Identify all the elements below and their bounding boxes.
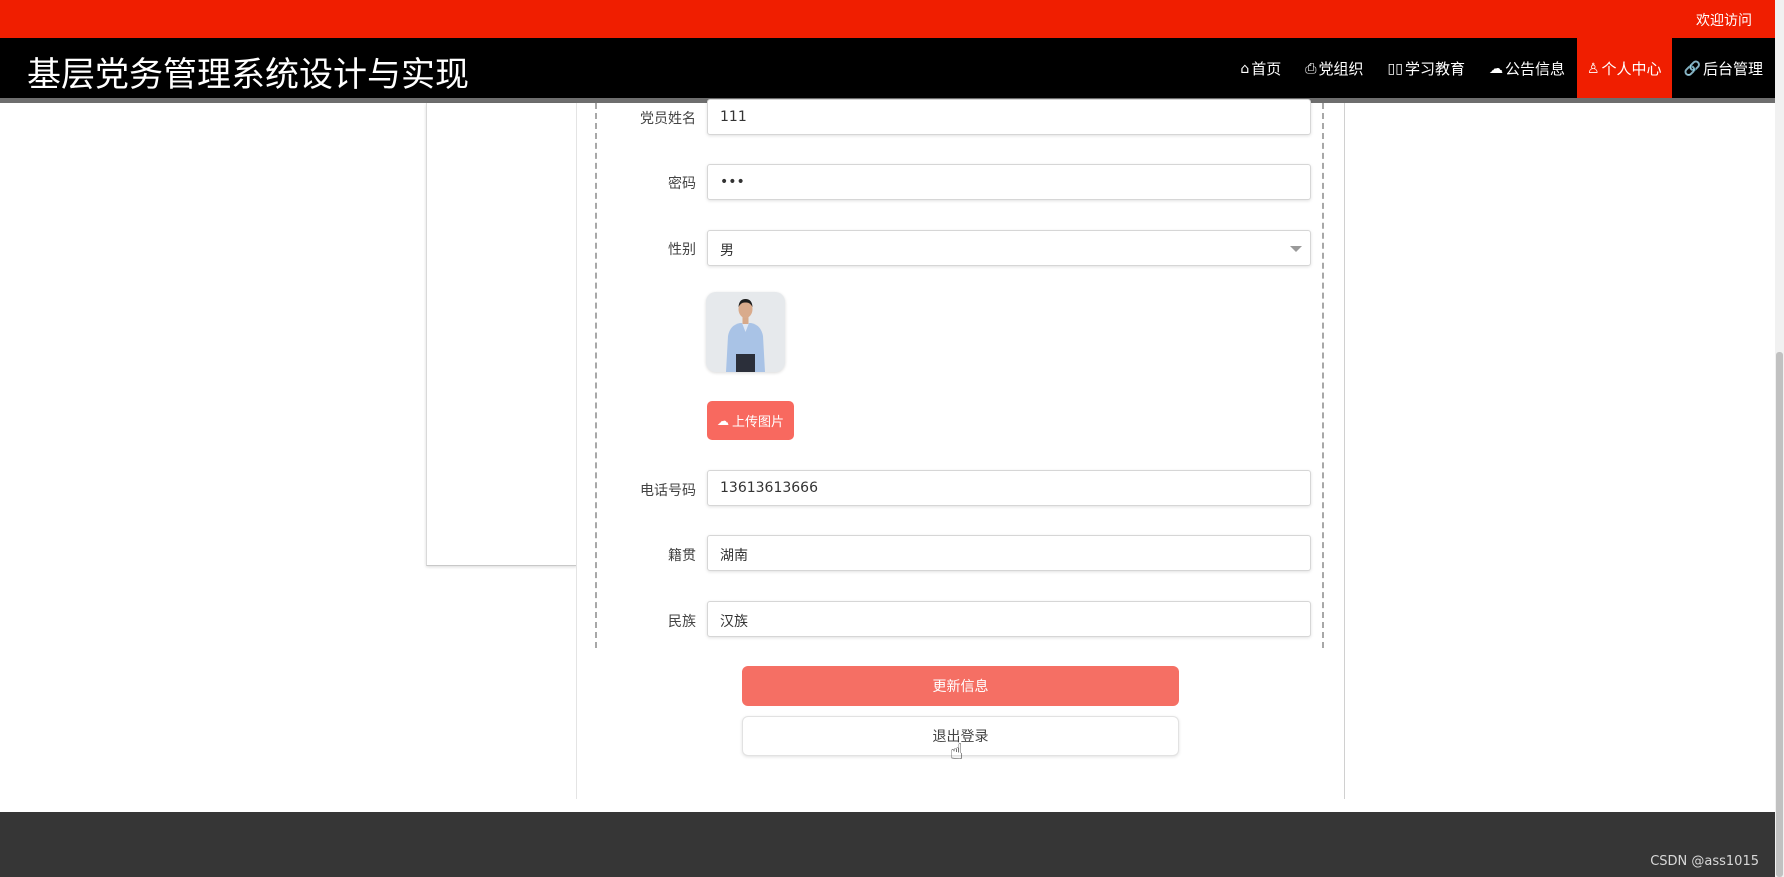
- phone-field[interactable]: 13613613666: [707, 470, 1311, 506]
- welcome-text: 欢迎访问: [1696, 13, 1752, 29]
- gender-select[interactable]: 男: [707, 230, 1311, 266]
- origin-label: 籍贯: [668, 548, 696, 564]
- scrollbar-thumb[interactable]: [1776, 352, 1783, 877]
- nav-item-study[interactable]: ▯▯ 学习教育: [1376, 38, 1477, 99]
- avatar-image: [706, 292, 785, 372]
- footer: CSDN @ass1015: [0, 812, 1775, 877]
- site-title: 基层党务管理系统设计与实现: [27, 55, 469, 95]
- phone-value: 13613613666: [720, 480, 818, 496]
- nav-menu: ⌂ 首页 ⎙ 党组织 ▯▯ 学习教育 ☁ 公告信息 ♙ 个人中心 🔗 后台管理: [1228, 38, 1775, 99]
- password-field[interactable]: •••: [707, 164, 1311, 200]
- upload-image-button[interactable]: ☁ 上传图片: [707, 401, 794, 440]
- navbar: 基层党务管理系统设计与实现 ⌂ 首页 ⎙ 党组织 ▯▯ 学习教育 ☁ 公告信息 …: [0, 38, 1775, 99]
- nav-label: 后台管理: [1702, 60, 1763, 78]
- upload-label: 上传图片: [731, 415, 784, 430]
- user-icon: ♙: [1586, 60, 1600, 77]
- nav-item-profile[interactable]: ♙ 个人中心: [1576, 38, 1672, 99]
- notice-icon: ☁: [1488, 60, 1503, 77]
- name-field[interactable]: 111: [707, 99, 1311, 135]
- nav-label: 学习教育: [1404, 60, 1465, 78]
- nav-item-org[interactable]: ⎙ 党组织: [1293, 38, 1375, 99]
- nav-item-admin[interactable]: 🔗 后台管理: [1672, 38, 1775, 99]
- origin-field[interactable]: 湖南: [707, 535, 1311, 571]
- side-panel: [426, 103, 577, 566]
- origin-value: 湖南: [720, 548, 748, 564]
- dashed-border-right: [1322, 103, 1324, 648]
- person-photo-icon: [706, 292, 785, 372]
- gender-label: 性别: [668, 242, 696, 258]
- watermark-text: CSDN @ass1015: [1650, 854, 1759, 869]
- name-label: 党员姓名: [640, 111, 696, 127]
- hand-pointer-icon: ☝: [950, 740, 964, 765]
- password-label: 密码: [668, 176, 696, 192]
- org-icon: ⎙: [1305, 60, 1317, 77]
- nav-label: 党组织: [1318, 60, 1364, 78]
- nav-label: 首页: [1251, 60, 1282, 78]
- book-icon: ▯▯: [1387, 60, 1403, 77]
- home-icon: ⌂: [1240, 60, 1250, 77]
- phone-label: 电话号码: [640, 483, 696, 499]
- nav-label: 个人中心: [1601, 60, 1662, 78]
- nav-item-home[interactable]: ⌂ 首页: [1228, 38, 1293, 99]
- chevron-down-icon: [1290, 246, 1302, 252]
- ethnicity-label: 民族: [668, 614, 696, 630]
- password-value: •••: [720, 174, 745, 190]
- ethnicity-field[interactable]: 汉族: [707, 601, 1311, 637]
- update-info-button[interactable]: 更新信息: [742, 666, 1179, 706]
- nav-label: 公告信息: [1504, 60, 1565, 78]
- nav-item-notice[interactable]: ☁ 公告信息: [1477, 38, 1577, 99]
- name-value: 111: [720, 109, 747, 125]
- gender-value: 男: [720, 243, 734, 259]
- link-icon: 🔗: [1683, 60, 1701, 77]
- cloud-upload-icon: ☁: [716, 413, 729, 428]
- ethnicity-value: 汉族: [720, 614, 748, 630]
- top-strip: 欢迎访问: [0, 0, 1775, 38]
